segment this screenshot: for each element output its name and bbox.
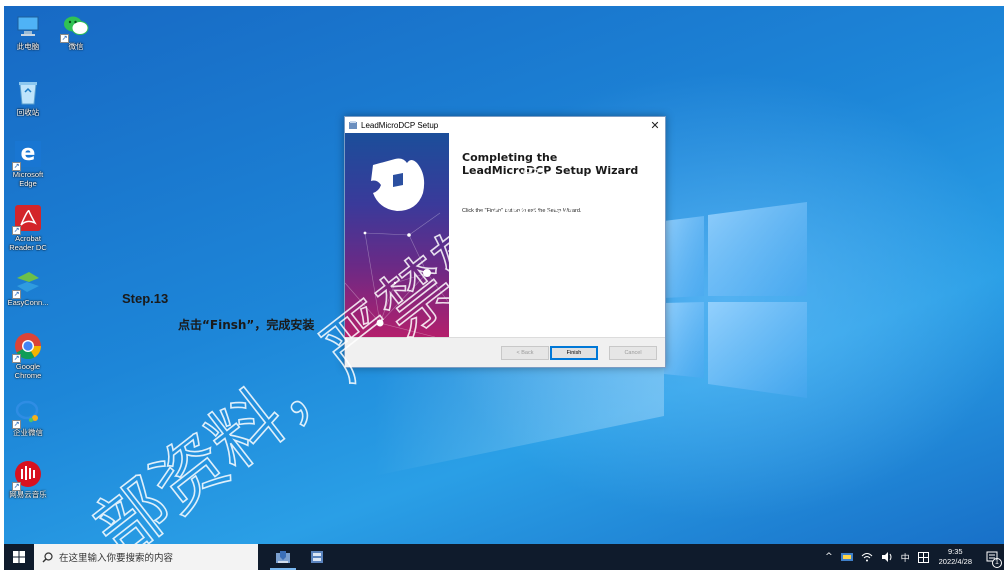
keyboard-icon[interactable] bbox=[917, 551, 929, 563]
system-tray: ^ 中 9:35 2022/4/28 1 bbox=[821, 544, 1004, 570]
wizard-heading: Completing the LeadMicroDCP Setup Wizard bbox=[462, 151, 657, 177]
step-number-label: Step.13 bbox=[122, 291, 169, 306]
dialog-footer: < Back Finish Cancel bbox=[345, 337, 665, 367]
desktop-icon-easyconn[interactable]: ↗ EasyConn... bbox=[4, 268, 52, 307]
wizard-heading-line1: Completing the bbox=[462, 151, 558, 164]
shortcut-arrow-icon: ↗ bbox=[12, 290, 21, 299]
setup-wizard-dialog: LeadMicroDCP Setup ✕ Completing the Lead… bbox=[344, 116, 666, 368]
desktop-icon-recycle-bin[interactable]: 回收站 bbox=[4, 78, 52, 117]
edge-browser-icon: e ↗ bbox=[12, 140, 42, 171]
action-center-button[interactable]: 1 bbox=[980, 544, 1004, 570]
clock-time: 9:35 bbox=[948, 547, 963, 556]
installer-icon bbox=[349, 121, 357, 129]
taskbar-clock[interactable]: 9:35 2022/4/28 bbox=[939, 547, 972, 567]
shortcut-arrow-icon: ↗ bbox=[12, 354, 21, 363]
desktop-icon-chrome[interactable]: ↗ Google Chrome bbox=[4, 332, 52, 380]
taskbar-app-installer[interactable] bbox=[266, 544, 300, 570]
dialog-title: LeadMicroDCP Setup bbox=[361, 120, 439, 130]
setup-app-icon bbox=[311, 551, 323, 563]
shortcut-arrow-icon: ↗ bbox=[12, 482, 21, 491]
wecom-icon: ↗ bbox=[12, 398, 42, 429]
desktop-icon-netease-music[interactable]: ↗ 网易云音乐 bbox=[4, 460, 52, 499]
recycle-bin-icon bbox=[14, 78, 42, 106]
shortcut-arrow-icon: ↗ bbox=[12, 162, 21, 171]
desktop-icon-wechat[interactable]: ↗ 微信 bbox=[52, 12, 100, 51]
wifi-icon[interactable] bbox=[861, 552, 873, 562]
taskbar-app-setup[interactable] bbox=[300, 544, 334, 570]
clock-date: 2022/4/28 bbox=[938, 557, 972, 566]
wizard-message: Click the "Finish" button to exit the Se… bbox=[462, 208, 582, 214]
back-button[interactable]: < Back bbox=[501, 346, 549, 360]
search-placeholder: 在这里输入你要搜索的内容 bbox=[59, 553, 174, 564]
acrobat-reader-icon: ↗ bbox=[12, 204, 42, 235]
input-method-indicator[interactable]: 中 bbox=[901, 551, 910, 564]
desktop-icon-this-pc[interactable]: 此电脑 bbox=[4, 12, 52, 51]
easyconnect-icon: ↗ bbox=[12, 268, 42, 299]
shortcut-arrow-icon: ↗ bbox=[12, 226, 21, 235]
volume-icon[interactable] bbox=[881, 552, 893, 562]
show-hidden-icons-chevron[interactable]: ^ bbox=[825, 552, 833, 562]
chrome-icon: ↗ bbox=[12, 332, 42, 363]
dialog-body: Completing the LeadMicroDCP Setup Wizard… bbox=[345, 133, 665, 337]
notification-count-badge: 1 bbox=[992, 558, 1002, 568]
taskbar: 在这里输入你要搜索的内容 ^ 中 9:35 2022/4/28 1 bbox=[4, 544, 1004, 570]
cancel-button[interactable]: Cancel bbox=[609, 346, 657, 360]
finish-button[interactable]: Finish bbox=[550, 346, 598, 360]
search-icon bbox=[42, 551, 53, 562]
desktop-icon-acrobat[interactable]: ↗ Acrobat Reader DC bbox=[4, 204, 52, 252]
netease-music-icon: ↗ bbox=[12, 460, 42, 491]
windows-start-icon bbox=[13, 551, 25, 563]
desktop-icon-edge[interactable]: e ↗ Microsoft Edge bbox=[4, 140, 52, 188]
shortcut-arrow-icon: ↗ bbox=[12, 420, 21, 429]
network-app-icon[interactable] bbox=[840, 552, 853, 562]
start-button[interactable] bbox=[4, 544, 34, 570]
close-icon[interactable]: ✕ bbox=[645, 119, 665, 132]
step-instruction-label: 点击“Finsh”，完成安装 bbox=[178, 318, 315, 332]
taskbar-search-box[interactable]: 在这里输入你要搜索的内容 bbox=[34, 544, 258, 570]
wizard-banner-image bbox=[345, 133, 449, 337]
wechat-icon: ↗ bbox=[60, 12, 90, 43]
wizard-heading-line2: LeadMicroDCP Setup Wizard bbox=[462, 164, 639, 177]
desktop-icon-wecom[interactable]: ↗ 企业微信 bbox=[4, 398, 52, 437]
installer-app-icon bbox=[276, 551, 290, 563]
dialog-titlebar[interactable]: LeadMicroDCP Setup ✕ bbox=[345, 117, 665, 133]
shortcut-arrow-icon: ↗ bbox=[60, 34, 69, 43]
computer-icon bbox=[14, 12, 42, 40]
